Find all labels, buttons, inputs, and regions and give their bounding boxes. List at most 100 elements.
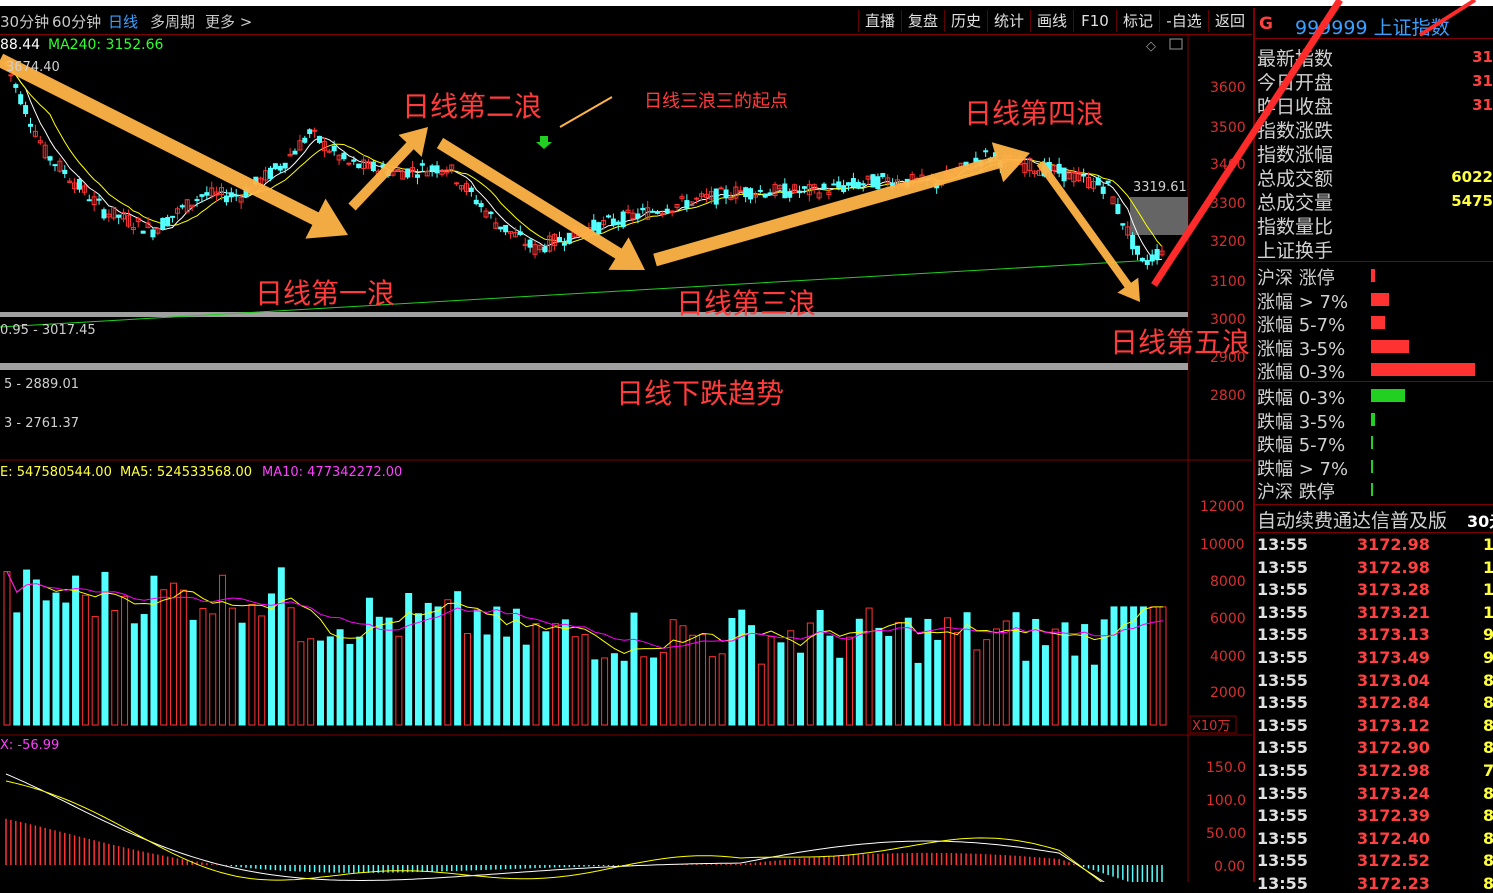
volume-bar <box>992 628 1000 726</box>
annotation-wave3: 日线第三浪 <box>676 287 817 320</box>
kline-chart-area[interactable]: 88.44 MA240: 3152.66 3674.40 0.95 - 3017… <box>0 35 1252 893</box>
down-dist-bar <box>1371 436 1373 449</box>
down-dist-bar <box>1371 389 1405 402</box>
macd-axis-100: 100.0 <box>1206 793 1246 809</box>
tick-price: 3173.13 <box>1357 625 1430 645</box>
period-daily[interactable]: 日线 <box>108 11 138 32</box>
period-toolbar: 30分钟 60分钟 日线 多周期 更多 > 直播 复盘 历史 统计 画线 F10… <box>0 8 1252 35</box>
high-price-label: 3674.40 <box>6 60 60 75</box>
tick-price: 3172.52 <box>1357 851 1430 871</box>
tick-time: 13:55 <box>1257 670 1308 690</box>
candle-body <box>1120 223 1126 226</box>
candle-body <box>748 188 754 200</box>
candle-body <box>228 192 234 198</box>
note-pointer <box>559 96 613 128</box>
tick-time: 13:55 <box>1257 874 1308 893</box>
toolbar-live-button[interactable]: 直播 <box>858 10 901 32</box>
candle-body <box>27 123 33 127</box>
volume-bar <box>454 591 462 726</box>
candle-body <box>650 210 656 213</box>
candle-body <box>473 199 479 205</box>
candle-body <box>542 246 548 253</box>
candle-body <box>713 188 719 205</box>
volume-bar <box>473 609 481 726</box>
price-axis-2800: 2800 <box>1210 388 1246 404</box>
toolbar-draw-button[interactable]: 画线 <box>1030 10 1073 32</box>
tick-time: 13:55 <box>1257 851 1308 871</box>
tick-time: 13:55 <box>1257 580 1308 600</box>
candle-body <box>610 218 616 226</box>
candle-body <box>86 199 92 202</box>
candle-body <box>116 214 122 218</box>
toolbar-stats-button[interactable]: 统计 <box>987 10 1030 32</box>
candle-body <box>1105 180 1111 184</box>
volume-bar <box>581 634 589 726</box>
candle-body <box>351 159 357 162</box>
volume-bar <box>277 567 285 726</box>
candle-body <box>694 197 700 200</box>
tick-time: 13:55 <box>1257 535 1308 554</box>
low-price-label-1: 0.95 - 3017.45 <box>0 323 96 338</box>
volume-bar <box>1002 620 1010 726</box>
volume-ma5: MA5: 524533568.00 <box>120 465 252 480</box>
volume-bar <box>140 614 148 726</box>
candle-body <box>1095 177 1101 186</box>
volume-bar <box>846 636 854 726</box>
toolbar-f10-button[interactable]: F10 <box>1073 10 1116 32</box>
tick-volume: 8 <box>1483 693 1493 713</box>
tick-time: 13:55 <box>1257 602 1308 622</box>
candle-body <box>875 176 881 190</box>
candle-body <box>405 168 411 178</box>
down-arrow-icon <box>536 136 552 149</box>
candle-body <box>850 178 856 188</box>
candle-body <box>204 192 210 196</box>
volume-bar <box>836 657 844 726</box>
period-30min[interactable]: 30分钟 <box>0 11 49 32</box>
volume-bar <box>189 619 197 726</box>
candle-body <box>272 163 278 170</box>
candle-body <box>503 224 509 233</box>
volume-bar <box>718 653 726 726</box>
candle-body <box>170 215 176 218</box>
candle-body <box>787 192 793 198</box>
volume-bar <box>757 663 765 726</box>
toolbar-history-button[interactable]: 历史 <box>944 10 987 32</box>
volume-bar <box>885 635 893 726</box>
volume-bar <box>777 642 785 726</box>
volume-bar <box>601 657 609 726</box>
vol-axis-8000: 8000 <box>1210 574 1246 590</box>
candle-body <box>488 211 494 215</box>
panel-banner[interactable]: 自动续费通达信普及版 <box>1257 506 1447 533</box>
candle-body <box>635 213 641 219</box>
volume-bar <box>307 638 315 726</box>
tick-volume: 1 <box>1483 535 1493 554</box>
candle-body <box>831 183 837 186</box>
volume-bar <box>934 639 942 726</box>
volume-bar <box>1041 645 1049 726</box>
volume-bar <box>130 623 138 726</box>
candle-body <box>101 209 107 219</box>
period-60min[interactable]: 60分钟 <box>52 11 101 32</box>
volume-bar <box>356 636 364 726</box>
wave1-arrow <box>0 53 348 239</box>
volume-bar <box>121 595 129 726</box>
volume-bar <box>23 569 31 726</box>
volume-bar <box>1061 622 1069 726</box>
candle-body <box>268 167 274 179</box>
period-multi[interactable]: 多周期 <box>150 11 195 32</box>
candle-body <box>723 189 729 199</box>
volume-bar <box>532 623 540 726</box>
vol-axis-2000: 2000 <box>1210 685 1246 701</box>
tick-price: 3173.21 <box>1357 602 1430 622</box>
volume-bar <box>708 656 716 726</box>
period-more[interactable]: 更多 > <box>205 11 252 32</box>
ma-left-value: 88.44 <box>0 37 40 53</box>
toolbar-replay-button[interactable]: 复盘 <box>901 10 944 32</box>
red-arrow-line-2 <box>1418 0 1477 37</box>
tick-volume: 8 <box>1483 874 1493 893</box>
candle-body <box>47 156 53 161</box>
candle-body <box>517 231 523 235</box>
volume-value: E: 547580544.00 <box>0 465 112 480</box>
candle-body <box>880 173 886 178</box>
candle-body <box>302 137 308 143</box>
